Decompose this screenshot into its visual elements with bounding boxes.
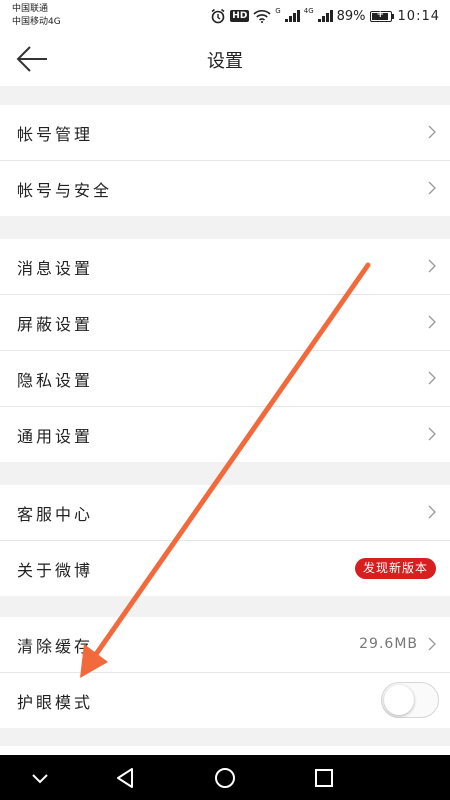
wifi-icon: [253, 10, 271, 23]
new-version-badge: 发现新版本: [354, 558, 436, 579]
settings-group-support: 客服中心 关于微博 发现新版本: [0, 485, 450, 596]
eye-protection-item: 护眼模式: [0, 672, 450, 728]
about-weibo-item[interactable]: 关于微博 发现新版本: [0, 540, 450, 596]
clear-cache-item[interactable]: 清除缓存 29.6MB: [0, 617, 450, 672]
item-label: 通用设置: [17, 427, 94, 446]
carrier-2: 中国移动4G: [12, 17, 61, 27]
triangle-back-icon[interactable]: [113, 766, 137, 790]
block-settings-item[interactable]: 屏蔽设置: [0, 294, 450, 350]
item-label: 关于微博: [17, 561, 94, 580]
status-bar: 中国联通 中国移动4G HD G 4G 89% 10:14: [0, 0, 450, 32]
cache-size-value: 29.6MB: [359, 636, 418, 652]
privacy-settings-item[interactable]: 隐私设置: [0, 350, 450, 406]
item-label: 护眼模式: [17, 693, 94, 712]
account-security-item[interactable]: 帐号与安全: [0, 160, 450, 216]
item-label: 隐私设置: [17, 371, 94, 390]
chevron-right-icon: [428, 181, 436, 195]
signal-1-icon: [284, 10, 300, 22]
settings-group-misc: 清除缓存 29.6MB 护眼模式: [0, 617, 450, 728]
status-icons: HD G 4G 89% 10:14: [210, 6, 440, 26]
square-recents-icon[interactable]: [312, 766, 336, 790]
toggle-knob: [384, 685, 414, 715]
chevron-right-icon: [428, 259, 436, 273]
chevron-right-icon: [428, 505, 436, 519]
eye-protection-toggle[interactable]: [381, 682, 439, 718]
customer-service-item[interactable]: 客服中心: [0, 485, 450, 540]
chevron-right-icon: [428, 637, 436, 651]
chevron-right-icon: [428, 315, 436, 329]
signal-2-label: 4G: [303, 7, 314, 15]
system-nav-bar: [0, 755, 450, 800]
app-header: 设置: [0, 32, 450, 86]
item-label: 客服中心: [17, 505, 94, 524]
general-settings-item[interactable]: 通用设置: [0, 406, 450, 462]
alarm-icon: [211, 8, 225, 24]
battery-percent: 89%: [336, 8, 366, 24]
item-label: 消息设置: [17, 259, 94, 278]
carrier-1: 中国联通: [12, 4, 49, 14]
chevron-right-icon: [428, 371, 436, 385]
item-label: 帐号与安全: [17, 181, 113, 200]
circle-home-icon[interactable]: [213, 766, 237, 790]
clock: 10:14: [397, 8, 440, 24]
page-title: 设置: [207, 51, 243, 72]
item-label: 清除缓存: [17, 637, 94, 656]
chevron-right-icon: [428, 427, 436, 441]
hd-badge: HD: [230, 10, 250, 22]
settings-group-next: [0, 746, 450, 755]
settings-group-general: 消息设置 屏蔽设置 隐私设置 通用设置: [0, 239, 450, 462]
chevron-down-icon[interactable]: [28, 766, 52, 790]
account-management-item[interactable]: 帐号管理: [0, 105, 450, 160]
chevron-right-icon: [428, 125, 436, 139]
battery-icon: [369, 10, 394, 22]
signal-1-label: G: [275, 7, 281, 15]
item-label: 帐号管理: [17, 125, 94, 144]
settings-group-account: 帐号管理 帐号与安全: [0, 105, 450, 216]
signal-2-icon: [317, 10, 333, 22]
message-settings-item[interactable]: 消息设置: [0, 239, 450, 294]
item-label: 屏蔽设置: [17, 315, 94, 334]
